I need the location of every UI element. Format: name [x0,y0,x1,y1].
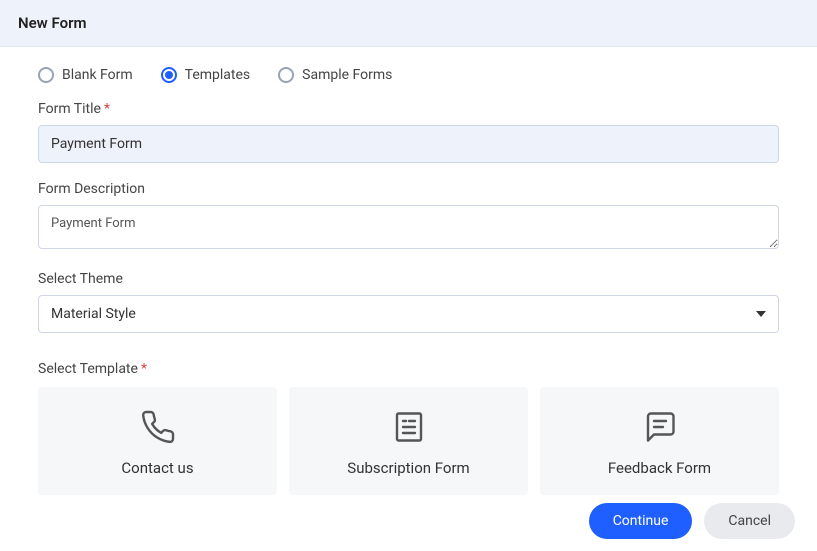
page-title: New Form [18,14,799,32]
template-title: Contact us [121,459,193,477]
theme-select[interactable]: Material Style [38,295,779,333]
form-description-label: Form Description [38,181,779,197]
mode-sample-forms[interactable]: Sample Forms [278,67,392,83]
radio-icon [38,67,54,83]
cancel-button[interactable]: Cancel [704,503,795,539]
mode-label: Sample Forms [302,67,392,83]
select-theme-label: Select Theme [38,271,779,287]
page-header: New Form [0,0,817,47]
document-icon [391,409,427,445]
template-title: Feedback Form [608,459,711,477]
mode-label: Templates [185,67,251,83]
continue-button[interactable]: Continue [589,503,693,539]
chevron-down-icon [756,311,766,317]
form-title-label: Form Title * [38,101,779,117]
mode-radio-group: Blank Form Templates Sample Forms [38,67,779,83]
form-description-input[interactable]: Payment Form [38,205,779,249]
template-feedback-form[interactable]: Feedback Form [540,387,779,495]
select-template-label: Select Template * [38,361,779,377]
footer-actions: Continue Cancel [589,503,795,539]
chat-icon [642,409,678,445]
required-mark: * [141,361,147,377]
theme-selected-value: Material Style [51,306,136,322]
radio-icon [161,67,177,83]
mode-label: Blank Form [62,67,133,83]
mode-blank-form[interactable]: Blank Form [38,67,133,83]
required-mark: * [104,101,110,117]
form-content: Blank Form Templates Sample Forms Form T… [0,47,817,495]
template-contact-us[interactable]: Contact us [38,387,277,495]
form-title-input[interactable] [38,125,779,163]
template-subscription-form[interactable]: Subscription Form [289,387,528,495]
radio-icon [278,67,294,83]
template-title: Subscription Form [347,459,469,477]
template-list: Contact us Subscription Form Feedback Fo… [38,387,779,495]
mode-templates[interactable]: Templates [161,67,251,83]
phone-icon [140,409,176,445]
